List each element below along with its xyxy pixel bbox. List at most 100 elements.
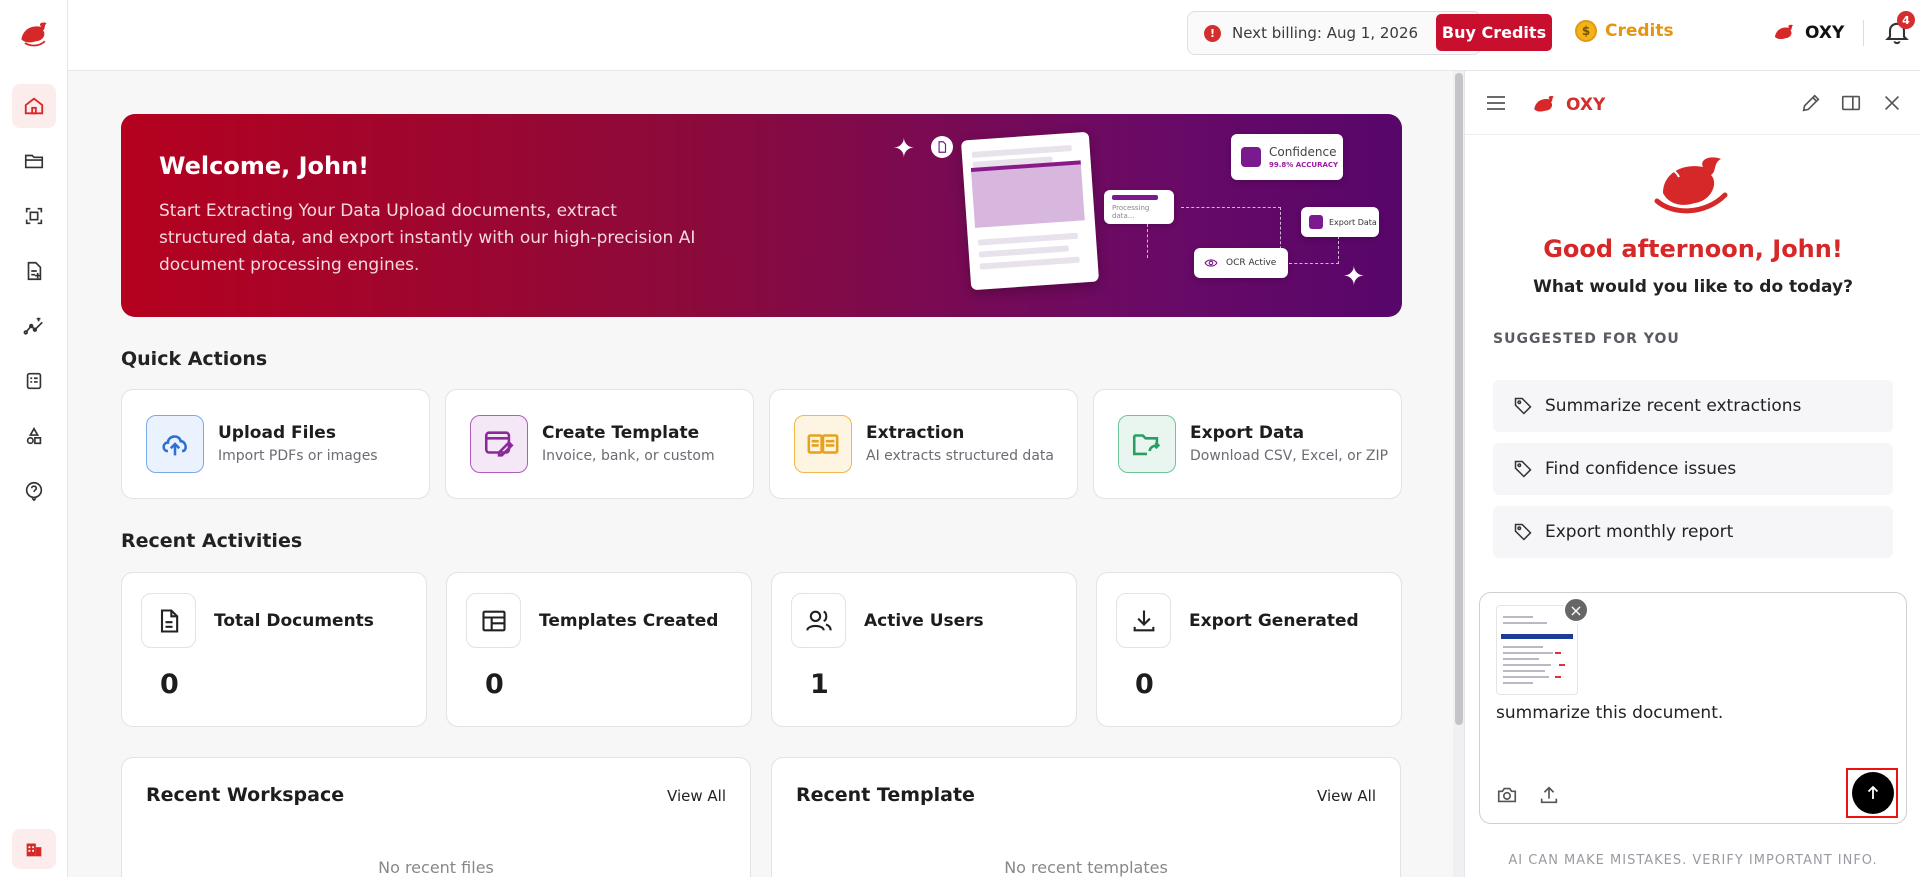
sparkle-icon: ✦ [1343, 262, 1365, 292]
stat-title: Export Generated [1189, 611, 1359, 631]
folder-icon[interactable] [12, 139, 56, 183]
greeting: Good afternoon, John! [1543, 235, 1843, 263]
help-icon[interactable] [12, 469, 56, 513]
qa-subtitle: Download CSV, Excel, or ZIP [1190, 448, 1389, 464]
view-all-link[interactable]: View All [667, 787, 726, 805]
active-users-card: Active Users 1 [771, 572, 1077, 727]
connector-line [1289, 236, 1339, 264]
bull-logo-icon [1534, 96, 1554, 112]
extraction-card[interactable]: Extraction AI extracts structured data [769, 389, 1078, 499]
credits-label: Credits [1605, 21, 1674, 41]
tag-icon [1514, 460, 1532, 478]
left-rail [0, 0, 68, 877]
view-all-link[interactable]: View All [1317, 787, 1376, 805]
download-icon [1116, 593, 1171, 648]
recent-template-panel: Recent Template View All No recent templ… [771, 757, 1401, 877]
suggestion-item[interactable]: Export monthly report [1493, 506, 1893, 558]
qa-subtitle: AI extracts structured data [866, 448, 1054, 464]
notification-badge: 4 [1897, 11, 1915, 29]
stat-title: Templates Created [539, 611, 719, 631]
cloud-upload-icon [146, 415, 204, 473]
document-icon [141, 593, 196, 648]
composer-input[interactable]: summarize this document. [1496, 703, 1723, 723]
suggestion-item[interactable]: Find confidence issues [1493, 443, 1893, 495]
organization-icon[interactable] [12, 829, 56, 869]
scrollbar-thumb[interactable] [1455, 73, 1463, 725]
upload-files-card[interactable]: Upload Files Import PDFs or images [121, 389, 430, 499]
create-template-card[interactable]: Create Template Invoice, bank, or custom [445, 389, 754, 499]
alert-icon: ! [1204, 24, 1221, 42]
ocr-label: OCR Active [1226, 258, 1277, 268]
bull-mascot-icon [1654, 157, 1728, 214]
coin-icon: $ [1575, 20, 1597, 42]
menu-icon[interactable] [1485, 93, 1507, 113]
suggestion-label: Find confidence issues [1545, 459, 1737, 479]
suggested-heading: SUGGESTED FOR YOU [1493, 331, 1680, 347]
message-composer[interactable]: × summarize this document. [1479, 592, 1907, 824]
document-add-icon[interactable] [12, 249, 56, 293]
suggestion-item[interactable]: Summarize recent extractions [1493, 380, 1893, 432]
scan-icon[interactable] [12, 194, 56, 238]
side-panel-icon[interactable] [1840, 92, 1862, 114]
stat-title: Active Users [864, 611, 984, 631]
bull-logo-icon[interactable] [14, 14, 54, 54]
stat-value: 1 [810, 669, 829, 700]
camera-icon[interactable] [1496, 784, 1518, 806]
billing-text: Next billing: Aug 1, 2026 [1232, 24, 1419, 42]
welcome-banner: Welcome, John! Start Extracting Your Dat… [121, 114, 1402, 317]
users-icon [791, 593, 846, 648]
shapes-icon[interactable] [12, 414, 56, 458]
close-icon[interactable] [1881, 92, 1903, 114]
suggestion-label: Summarize recent extractions [1545, 396, 1802, 416]
upload-icon[interactable] [1538, 784, 1560, 806]
recent-activities-title: Recent Activities [121, 530, 303, 552]
arrow-up-icon [1867, 785, 1879, 799]
prompt-question: What would you like to do today? [1533, 277, 1853, 297]
ai-disclaimer: AI CAN MAKE MISTAKES. VERIFY IMPORTANT I… [1508, 853, 1878, 868]
oxy-label: OXY [1805, 23, 1845, 43]
welcome-title: Welcome, John! [159, 152, 370, 180]
checklist-icon[interactable] [12, 359, 56, 403]
extract-documents-icon [794, 415, 852, 473]
template-edit-icon [470, 415, 528, 473]
empty-state: No recent templates [1004, 858, 1168, 877]
templates-created-card: Templates Created 0 [446, 572, 752, 727]
document-icon [931, 136, 953, 158]
qa-title: Export Data [1190, 423, 1305, 443]
qa-subtitle: Invoice, bank, or custom [542, 448, 715, 464]
export-chip: Export Data [1301, 207, 1379, 237]
qa-title: Extraction [866, 423, 965, 443]
buy-credits-button[interactable]: Buy Credits [1436, 14, 1552, 51]
stat-value: 0 [160, 669, 179, 700]
export-generated-card: Export Generated 0 [1096, 572, 1402, 727]
stat-title: Total Documents [214, 611, 374, 631]
recent-workspace-title: Recent Workspace [146, 784, 345, 806]
send-button[interactable] [1852, 772, 1894, 814]
connector-line [1092, 224, 1148, 258]
tag-icon [1514, 397, 1532, 415]
oxy-brand-button[interactable]: OXY [1771, 20, 1844, 46]
oxy-panel-label: OXY [1566, 95, 1606, 115]
sparkle-badge-icon [1241, 147, 1261, 167]
panel-header: OXY [1465, 71, 1920, 135]
tag-icon [1514, 523, 1532, 541]
processing-chip: Processing data... [1104, 190, 1174, 224]
stat-value: 0 [485, 669, 504, 700]
recent-workspace-panel: Recent Workspace View All No recent file… [121, 757, 751, 877]
accuracy-label: 99.8% ACCURACY [1269, 161, 1339, 169]
export-badge-icon [1309, 215, 1323, 229]
suggestion-label: Export monthly report [1545, 522, 1734, 542]
connector-line [1181, 207, 1281, 259]
credits-button[interactable]: $ Credits [1575, 20, 1674, 42]
export-data-card[interactable]: Export Data Download CSV, Excel, or ZIP [1093, 389, 1402, 499]
home-icon[interactable] [12, 84, 56, 128]
qa-subtitle: Import PDFs or images [218, 448, 378, 464]
divider [1863, 20, 1864, 46]
remove-attachment-button[interactable]: × [1563, 597, 1589, 623]
sparkle-icon: ✦ [893, 134, 915, 164]
edit-icon[interactable] [1800, 92, 1822, 114]
billing-chart-icon[interactable] [12, 304, 56, 348]
processing-label: Processing data... [1112, 203, 1150, 220]
oxy-assistant-panel: OXY Good afternoon, John! What would you… [1464, 71, 1920, 877]
bull-logo-icon [1774, 24, 1794, 40]
